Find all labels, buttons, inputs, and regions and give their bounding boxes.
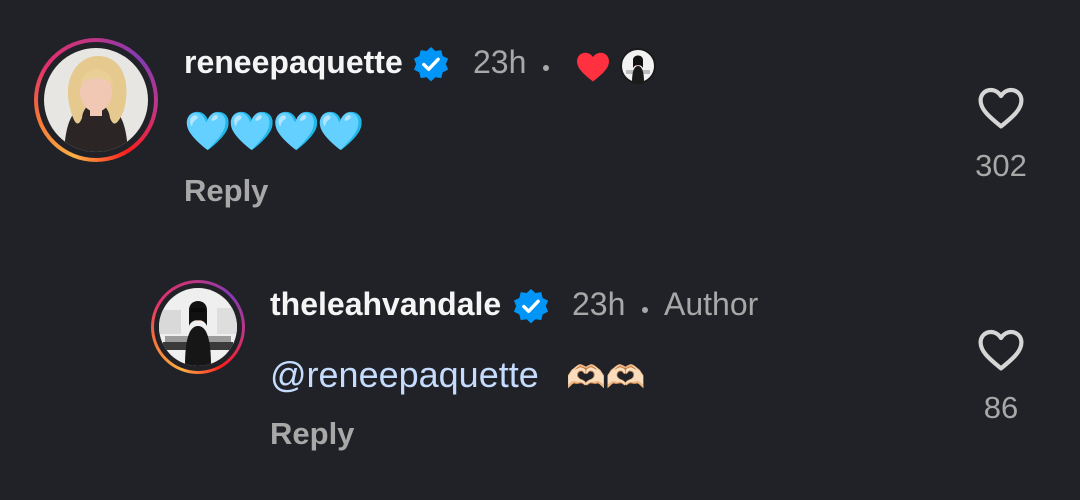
avatar-image (159, 288, 237, 366)
mention-link[interactable]: @reneepaquette (270, 354, 539, 396)
comment-body: 🫶🏻🫶🏻 (566, 359, 646, 395)
like-count: 86 (983, 390, 1019, 425)
creator-avatar (620, 48, 656, 84)
comment-body: 🩵🩵🩵🩵 (184, 111, 364, 153)
avatar-story-ring[interactable] (151, 280, 245, 374)
verified-badge-icon (512, 288, 550, 331)
comment-username[interactable]: theleahvandale (270, 286, 501, 323)
heart-filled-icon (575, 51, 611, 88)
reply-button[interactable]: Reply (184, 173, 268, 209)
comment-username[interactable]: reneepaquette (184, 44, 403, 81)
comment-timestamp: 23h (473, 44, 527, 80)
verified-badge-icon (412, 46, 450, 89)
separator-dot (642, 307, 648, 313)
avatar (159, 288, 237, 366)
comments-thread: reneepaquette 23h 🩵🩵🩵🩵 Reply 302 theleah… (0, 0, 1080, 500)
author-tag: Author (664, 286, 759, 322)
comment-reneepaquette: reneepaquette 23h 🩵🩵🩵🩵 Reply 302 (0, 0, 1080, 240)
comment-timestamp: 23h (572, 286, 626, 322)
comment-theleahvandale: theleahvandale 23h Author @reneepaquette… (0, 240, 1080, 500)
avatar-story-ring[interactable] (34, 38, 158, 162)
like-count: 302 (975, 148, 1027, 183)
separator-dot (543, 65, 549, 71)
reply-button[interactable]: Reply (270, 416, 354, 452)
heart-outline-icon[interactable] (977, 328, 1025, 377)
heart-outline-icon[interactable] (977, 86, 1025, 135)
avatar (44, 48, 148, 152)
avatar-image (44, 48, 148, 152)
